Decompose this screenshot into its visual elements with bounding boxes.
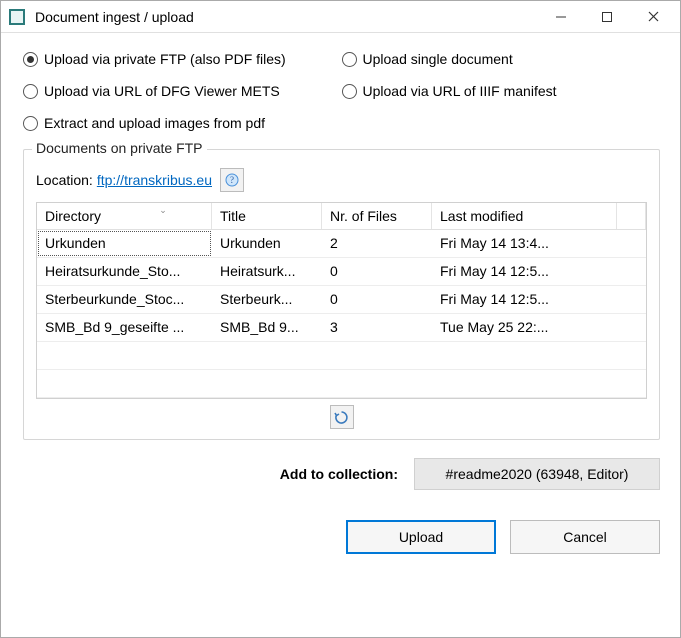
documents-table: Directory ⌄ Title Nr. of Files Last modi… [36,202,647,399]
table-row[interactable]: SMB_Bd 9_geseifte ...SMB_Bd 9...3Tue May… [37,314,646,342]
cancel-button[interactable]: Cancel [510,520,660,554]
table-cell: Urkunden [37,230,212,257]
table-cell [617,286,646,313]
help-button[interactable]: ? [220,168,244,192]
table-cell: SMB_Bd 9_geseifte ... [37,314,212,341]
table-cell [37,342,212,369]
radio-label: Upload single document [363,51,513,67]
radio-upload-mets[interactable]: Upload via URL of DFG Viewer METS [23,83,342,99]
table-cell [432,370,617,397]
radio-dot-icon [23,116,38,131]
radio-upload-ftp[interactable]: Upload via private FTP (also PDF files) [23,51,342,67]
window-controls [538,2,676,32]
table-cell: Urkunden [212,230,322,257]
button-label: Upload [399,529,443,545]
table-cell [617,370,646,397]
window-title: Document ingest / upload [33,9,538,25]
radio-upload-iiif[interactable]: Upload via URL of IIIF manifest [342,83,661,99]
location-label: Location: [36,172,93,188]
radio-label: Upload via URL of IIIF manifest [363,83,557,99]
radio-dot-icon [23,52,38,67]
ftp-documents-group: Documents on private FTP Location: ftp:/… [23,149,660,440]
svg-text:?: ? [230,175,234,185]
table-cell: Fri May 14 12:5... [432,258,617,285]
col-blank [617,203,646,229]
upload-mode-radios: Upload via private FTP (also PDF files) … [23,51,660,131]
table-cell: SMB_Bd 9... [212,314,322,341]
radio-dot-icon [342,84,357,99]
table-cell [617,314,646,341]
dialog-content: Upload via private FTP (also PDF files) … [1,33,680,637]
add-collection-row: Add to collection: #readme2020 (63948, E… [23,458,660,490]
dialog-window: Document ingest / upload Upload via priv… [0,0,681,638]
table-cell [432,342,617,369]
collection-selector-button[interactable]: #readme2020 (63948, Editor) [414,458,660,490]
upload-button[interactable]: Upload [346,520,496,554]
table-row [37,342,646,370]
app-icon [9,9,25,25]
table-cell [212,342,322,369]
radio-upload-single[interactable]: Upload single document [342,51,661,67]
collection-value: #readme2020 (63948, Editor) [446,466,629,482]
table-header: Directory ⌄ Title Nr. of Files Last modi… [37,203,646,230]
table-cell: Heiratsurkunde_Sto... [37,258,212,285]
dialog-actions: Upload Cancel [23,520,660,554]
table-row [37,370,646,398]
col-nr-files[interactable]: Nr. of Files [322,203,432,229]
table-body: UrkundenUrkunden2Fri May 14 13:4...Heira… [37,230,646,398]
add-collection-label: Add to collection: [280,466,398,482]
table-cell: Sterbeurk... [212,286,322,313]
minimize-button[interactable] [538,2,584,32]
button-label: Cancel [563,529,607,545]
radio-label: Upload via private FTP (also PDF files) [44,51,286,67]
radio-label: Upload via URL of DFG Viewer METS [44,83,280,99]
sort-indicator-icon: ⌄ [159,205,167,216]
table-cell: Heiratsurk... [212,258,322,285]
table-cell [617,342,646,369]
col-directory[interactable]: Directory ⌄ [37,203,212,229]
table-row[interactable]: Sterbeurkunde_Stoc...Sterbeurk...0Fri Ma… [37,286,646,314]
refresh-button[interactable] [330,405,354,429]
refresh-icon [334,410,349,425]
col-label: Title [220,208,246,224]
table-row[interactable]: Heiratsurkunde_Sto...Heiratsurk...0Fri M… [37,258,646,286]
table-cell: 2 [322,230,432,257]
table-cell [37,370,212,397]
table-cell: Fri May 14 12:5... [432,286,617,313]
table-cell: Tue May 25 22:... [432,314,617,341]
table-row[interactable]: UrkundenUrkunden2Fri May 14 13:4... [37,230,646,258]
col-title[interactable]: Title [212,203,322,229]
col-label: Nr. of Files [330,208,397,224]
location-link[interactable]: ftp://transkribus.eu [97,172,212,188]
location-row: Location: ftp://transkribus.eu ? [36,168,647,192]
col-label: Last modified [440,208,523,224]
table-cell: Fri May 14 13:4... [432,230,617,257]
radio-label: Extract and upload images from pdf [44,115,265,131]
radio-dot-icon [342,52,357,67]
table-cell: Sterbeurkunde_Stoc... [37,286,212,313]
maximize-button[interactable] [584,2,630,32]
table-cell: 3 [322,314,432,341]
help-icon: ? [225,173,239,187]
titlebar: Document ingest / upload [1,1,680,33]
col-last-modified[interactable]: Last modified [432,203,617,229]
table-cell: 0 [322,258,432,285]
col-label: Directory [45,208,101,224]
table-cell [322,342,432,369]
close-button[interactable] [630,2,676,32]
table-cell [617,230,646,257]
groupbox-title: Documents on private FTP [32,140,207,156]
radio-dot-icon [23,84,38,99]
table-cell [212,370,322,397]
radio-upload-pdf[interactable]: Extract and upload images from pdf [23,115,342,131]
refresh-row [36,405,647,429]
table-cell: 0 [322,286,432,313]
table-cell [617,258,646,285]
table-cell [322,370,432,397]
